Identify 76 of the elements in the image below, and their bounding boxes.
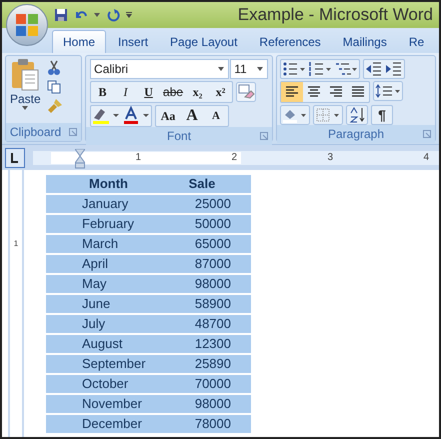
table-cell-text: August <box>81 335 124 353</box>
scissors-icon[interactable] <box>46 60 61 76</box>
ruler-number: 2 <box>231 152 237 162</box>
tab-selector-icon[interactable] <box>5 148 25 168</box>
group-label: Clipboard <box>10 124 62 141</box>
ribbon-tab[interactable]: Home <box>52 30 106 53</box>
table-cell-text: 12300 <box>194 335 231 353</box>
clipboard-icon <box>10 58 40 92</box>
bullets-icon[interactable] <box>281 60 308 78</box>
save-icon[interactable] <box>54 8 68 22</box>
column-header: Sale <box>188 175 216 193</box>
caret-icon <box>257 67 264 71</box>
ruler-number: 1 <box>135 152 141 162</box>
align-icon[interactable] <box>281 82 304 102</box>
clear-format-icon[interactable] <box>236 82 256 102</box>
show-marks-button[interactable]: ¶ <box>371 105 394 125</box>
table-cell-text: 65000 <box>194 235 231 253</box>
highlight-icon[interactable] <box>91 106 122 126</box>
line-spacing-icon[interactable] <box>373 81 404 101</box>
caret-icon <box>218 67 224 71</box>
table-cell-text: 50000 <box>194 215 231 233</box>
font-name-field[interactable]: Calibri <box>90 59 230 79</box>
caret-icon <box>22 106 28 110</box>
table-cell-text: November <box>81 395 143 413</box>
table-cell-text: February <box>81 215 136 233</box>
format-button[interactable]: I <box>114 82 138 102</box>
office-logo-icon <box>15 13 39 37</box>
table-cell-text: 70000 <box>194 375 231 393</box>
format-button[interactable]: abe <box>160 82 186 102</box>
format-button[interactable]: x₂ <box>186 82 210 102</box>
table-cell-text: September <box>81 355 147 373</box>
ruler-number: 3 <box>327 152 333 162</box>
ribbon-tab[interactable]: Re <box>398 30 434 53</box>
change-case-button[interactable]: Aa <box>156 106 180 126</box>
shrink-font-button[interactable]: A <box>204 106 228 126</box>
table-cell-text: 87000 <box>194 255 231 273</box>
caret-icon[interactable] <box>94 13 100 17</box>
table-cell-text: December <box>81 415 143 433</box>
table-cell-text: October <box>81 375 130 393</box>
table-cell-text: 25000 <box>194 195 231 213</box>
paste-label: Paste <box>10 92 41 106</box>
table-cell-text: 78000 <box>194 415 231 433</box>
table-cell-text: 98000 <box>194 275 231 293</box>
table-cell-text: June <box>81 295 112 313</box>
table-cell-text: March <box>81 235 120 253</box>
numbering-icon[interactable] <box>307 60 334 78</box>
table-cell-text: 25890 <box>194 355 231 373</box>
grow-font-button[interactable]: A <box>180 106 204 126</box>
table-cell-text: 48700 <box>194 315 231 333</box>
column-header: Month <box>88 175 129 193</box>
table-cell-text: 58900 <box>194 295 231 313</box>
table-cell-text: April <box>81 255 110 273</box>
window-title: Example - Microsoft Word <box>238 4 433 26</box>
table-cell-text: May <box>81 275 108 293</box>
paste-button[interactable]: Paste <box>10 58 41 123</box>
copy-icon[interactable] <box>46 80 61 94</box>
table-cell-text: July <box>81 315 106 333</box>
sort-icon[interactable] <box>346 105 368 125</box>
format-button[interactable]: x² <box>209 82 232 102</box>
customize-icon[interactable] <box>126 12 132 18</box>
format-button[interactable]: B <box>91 82 114 102</box>
table-cell-text: 98000 <box>194 395 231 413</box>
ribbon-tab[interactable]: Page Layout <box>160 30 248 53</box>
redo-icon[interactable] <box>106 8 120 22</box>
font-size-field[interactable]: 11 <box>230 59 268 79</box>
ruler-number: 1 <box>14 240 18 248</box>
format-button[interactable]: U <box>137 82 160 102</box>
group-label: Paragraph <box>328 126 384 143</box>
ruler-number: 4 <box>423 152 429 162</box>
group-label: Font <box>167 128 192 145</box>
indent-marker-icon[interactable] <box>75 148 85 168</box>
table-cell-text: January <box>81 195 130 213</box>
ribbon-tab[interactable]: Insert <box>108 30 158 53</box>
font-color-icon[interactable] <box>121 106 152 126</box>
ribbon-tab[interactable]: References <box>249 30 331 53</box>
ribbon-tab[interactable]: Mailings <box>332 30 397 53</box>
